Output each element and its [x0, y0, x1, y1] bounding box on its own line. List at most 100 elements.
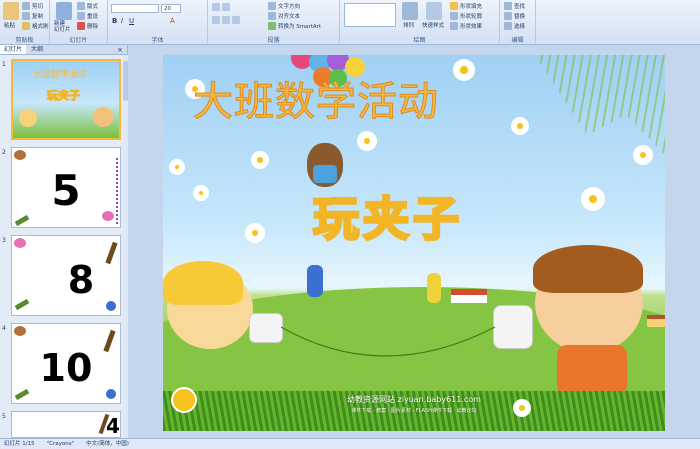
layout-icon	[77, 2, 85, 10]
align-text-label: 对齐文本	[278, 14, 301, 20]
slide-number: 4	[2, 325, 6, 332]
quick-styles-icon[interactable]	[426, 2, 442, 20]
align-text-button[interactable]: 对齐文本	[268, 12, 300, 20]
scissors-icon	[22, 2, 30, 10]
new-slide-button[interactable]: 新建 幻灯片	[54, 21, 71, 33]
clipboard-group: 粘贴 剪切 复制 格式刷 剪贴板	[0, 0, 50, 45]
delete-button[interactable]: 删除	[77, 22, 98, 30]
reset-button[interactable]: 重设	[77, 12, 98, 20]
slide-thumbnail-1[interactable]: 大班数学活动 玩夹子	[11, 59, 121, 140]
align-right-icon	[232, 16, 240, 24]
align-text-icon	[268, 12, 276, 20]
close-icon[interactable]: ×	[117, 45, 127, 54]
slide-counter: 幻灯片 1/15	[4, 441, 35, 447]
fill-icon	[450, 2, 458, 10]
scrollbar-thumb[interactable]	[123, 61, 128, 101]
copy-label: 复制	[32, 14, 44, 20]
language-indicator[interactable]: 中文(简体，中国)	[86, 439, 129, 449]
shape-effects-button[interactable]: 形状效果	[450, 22, 482, 30]
bullets-button[interactable]	[212, 3, 230, 11]
replace-label: 替换	[514, 14, 526, 20]
slides-group: 新建 幻灯片 版式 重设 删除 幻灯片	[50, 0, 108, 45]
drawing-group: 排列 快速样式 形状填充 形状轮廓 形状效果 绘图	[340, 0, 500, 45]
editing-label: 编辑	[511, 37, 524, 44]
slide-thumbnail-2[interactable]: 5	[11, 147, 121, 228]
slide-thumbnail-4[interactable]: 10	[11, 323, 121, 404]
numbering-icon	[222, 3, 230, 11]
bear-icon	[14, 150, 26, 160]
thumb-child-left	[19, 109, 37, 127]
paste-button[interactable]: 粘贴	[4, 21, 15, 29]
shape-outline-button[interactable]: 形状轮廓	[450, 12, 482, 20]
align-left-icon	[212, 16, 220, 24]
font-color-button[interactable]: A	[170, 17, 175, 25]
slide-number: 5	[2, 413, 6, 420]
smartart-icon	[268, 22, 276, 30]
slides-pane: 幻灯片 大纲 × 1 大班数学活动 玩夹子 2 5 3 8 4 10 5 4	[0, 45, 128, 438]
font-label: 字体	[151, 37, 164, 44]
replace-button[interactable]: 替换	[504, 12, 525, 20]
watermark-links: 课件下载 · 教案 · 图片素材 · FLASH课件下载 · 幼教论坛	[351, 408, 477, 414]
align-center-icon	[222, 16, 230, 24]
smartart-button[interactable]: 转换为 SmartArt	[268, 22, 321, 30]
delete-label: 删除	[87, 24, 99, 30]
shape-outline-label: 形状轮廓	[460, 14, 483, 20]
text-direction-button[interactable]: 文字方向	[268, 2, 300, 10]
drawing-label: 绘图	[413, 37, 426, 44]
select-label: 选择	[514, 24, 526, 30]
tab-outline[interactable]: 大纲	[27, 45, 47, 54]
crayon-icon	[14, 388, 30, 401]
ribbon: 粘贴 剪切 复制 格式刷 剪贴板 新建 幻灯片 版式 重设 删除 幻灯片 20 …	[0, 0, 700, 45]
slide-canvas[interactable]: 大班数学活动 玩夹子 幼教资源网站 ziyuan.baby611.com 课件下…	[163, 55, 665, 431]
reset-label: 重设	[87, 14, 99, 20]
editing-canvas: 大班数学活动 玩夹子 幼教资源网站 ziyuan.baby611.com 课件下…	[129, 45, 700, 438]
shapes-gallery[interactable]	[344, 3, 396, 27]
replace-icon	[504, 12, 512, 20]
paragraph-label: 段落	[267, 37, 280, 44]
thumb-child-right	[93, 107, 113, 127]
align-buttons[interactable]	[212, 16, 240, 24]
format-painter-button[interactable]: 格式刷	[22, 22, 49, 30]
thumb-number: 8	[67, 258, 95, 302]
find-label: 查找	[514, 4, 526, 10]
paragraph-group: 文字方向 对齐文本 转换为 SmartArt 段落	[208, 0, 340, 45]
new-slide-icon[interactable]	[56, 2, 72, 20]
copy-button[interactable]: 复制	[22, 12, 43, 20]
font-group: 20 B I U A 字体	[108, 0, 208, 45]
underline-button[interactable]: U	[129, 17, 134, 25]
cut-label: 剪切	[32, 4, 44, 10]
thumb-subtitle: 玩夹子	[47, 89, 81, 103]
slide-thumbnail-5[interactable]: 4	[11, 411, 121, 438]
paste-icon[interactable]	[3, 2, 19, 20]
cut-button[interactable]: 剪切	[22, 2, 43, 10]
slide-number: 2	[2, 149, 6, 156]
thumb-title: 大班数学活动	[33, 70, 88, 80]
format-painter-label: 格式刷	[32, 24, 49, 30]
font-name-combo[interactable]	[111, 4, 159, 13]
butterfly-icon	[14, 238, 26, 248]
clipboard-label: 剪贴板	[15, 37, 34, 44]
thumb-number: 5	[51, 166, 81, 215]
text-direction-label: 文字方向	[278, 4, 301, 10]
find-button[interactable]: 查找	[504, 2, 525, 10]
slide-thumbnail-3[interactable]: 8	[11, 235, 121, 316]
slide-number: 3	[2, 237, 6, 244]
quick-styles-button[interactable]: 快速样式	[422, 21, 444, 29]
tab-slides[interactable]: 幻灯片	[0, 45, 27, 54]
butterfly-icon	[102, 211, 114, 221]
select-button[interactable]: 选择	[504, 22, 525, 30]
arrange-icon[interactable]	[402, 2, 418, 20]
shape-fill-button[interactable]: 形状填充	[450, 2, 482, 10]
slides-label: 幻灯片	[69, 37, 88, 44]
copy-icon	[22, 12, 30, 20]
bold-button[interactable]: B	[112, 17, 117, 25]
arrange-button[interactable]: 排列	[403, 21, 414, 29]
watermark-url: 幼教资源网站 ziyuan.baby611.com	[347, 395, 481, 404]
shape-effects-label: 形状效果	[460, 24, 483, 30]
character-icon	[106, 389, 116, 399]
font-size-combo[interactable]: 20	[161, 4, 181, 13]
thumbnail-scrollbar[interactable]	[123, 55, 128, 438]
italic-button[interactable]: I	[121, 17, 123, 25]
reset-icon	[77, 12, 85, 20]
layout-button[interactable]: 版式	[77, 2, 98, 10]
